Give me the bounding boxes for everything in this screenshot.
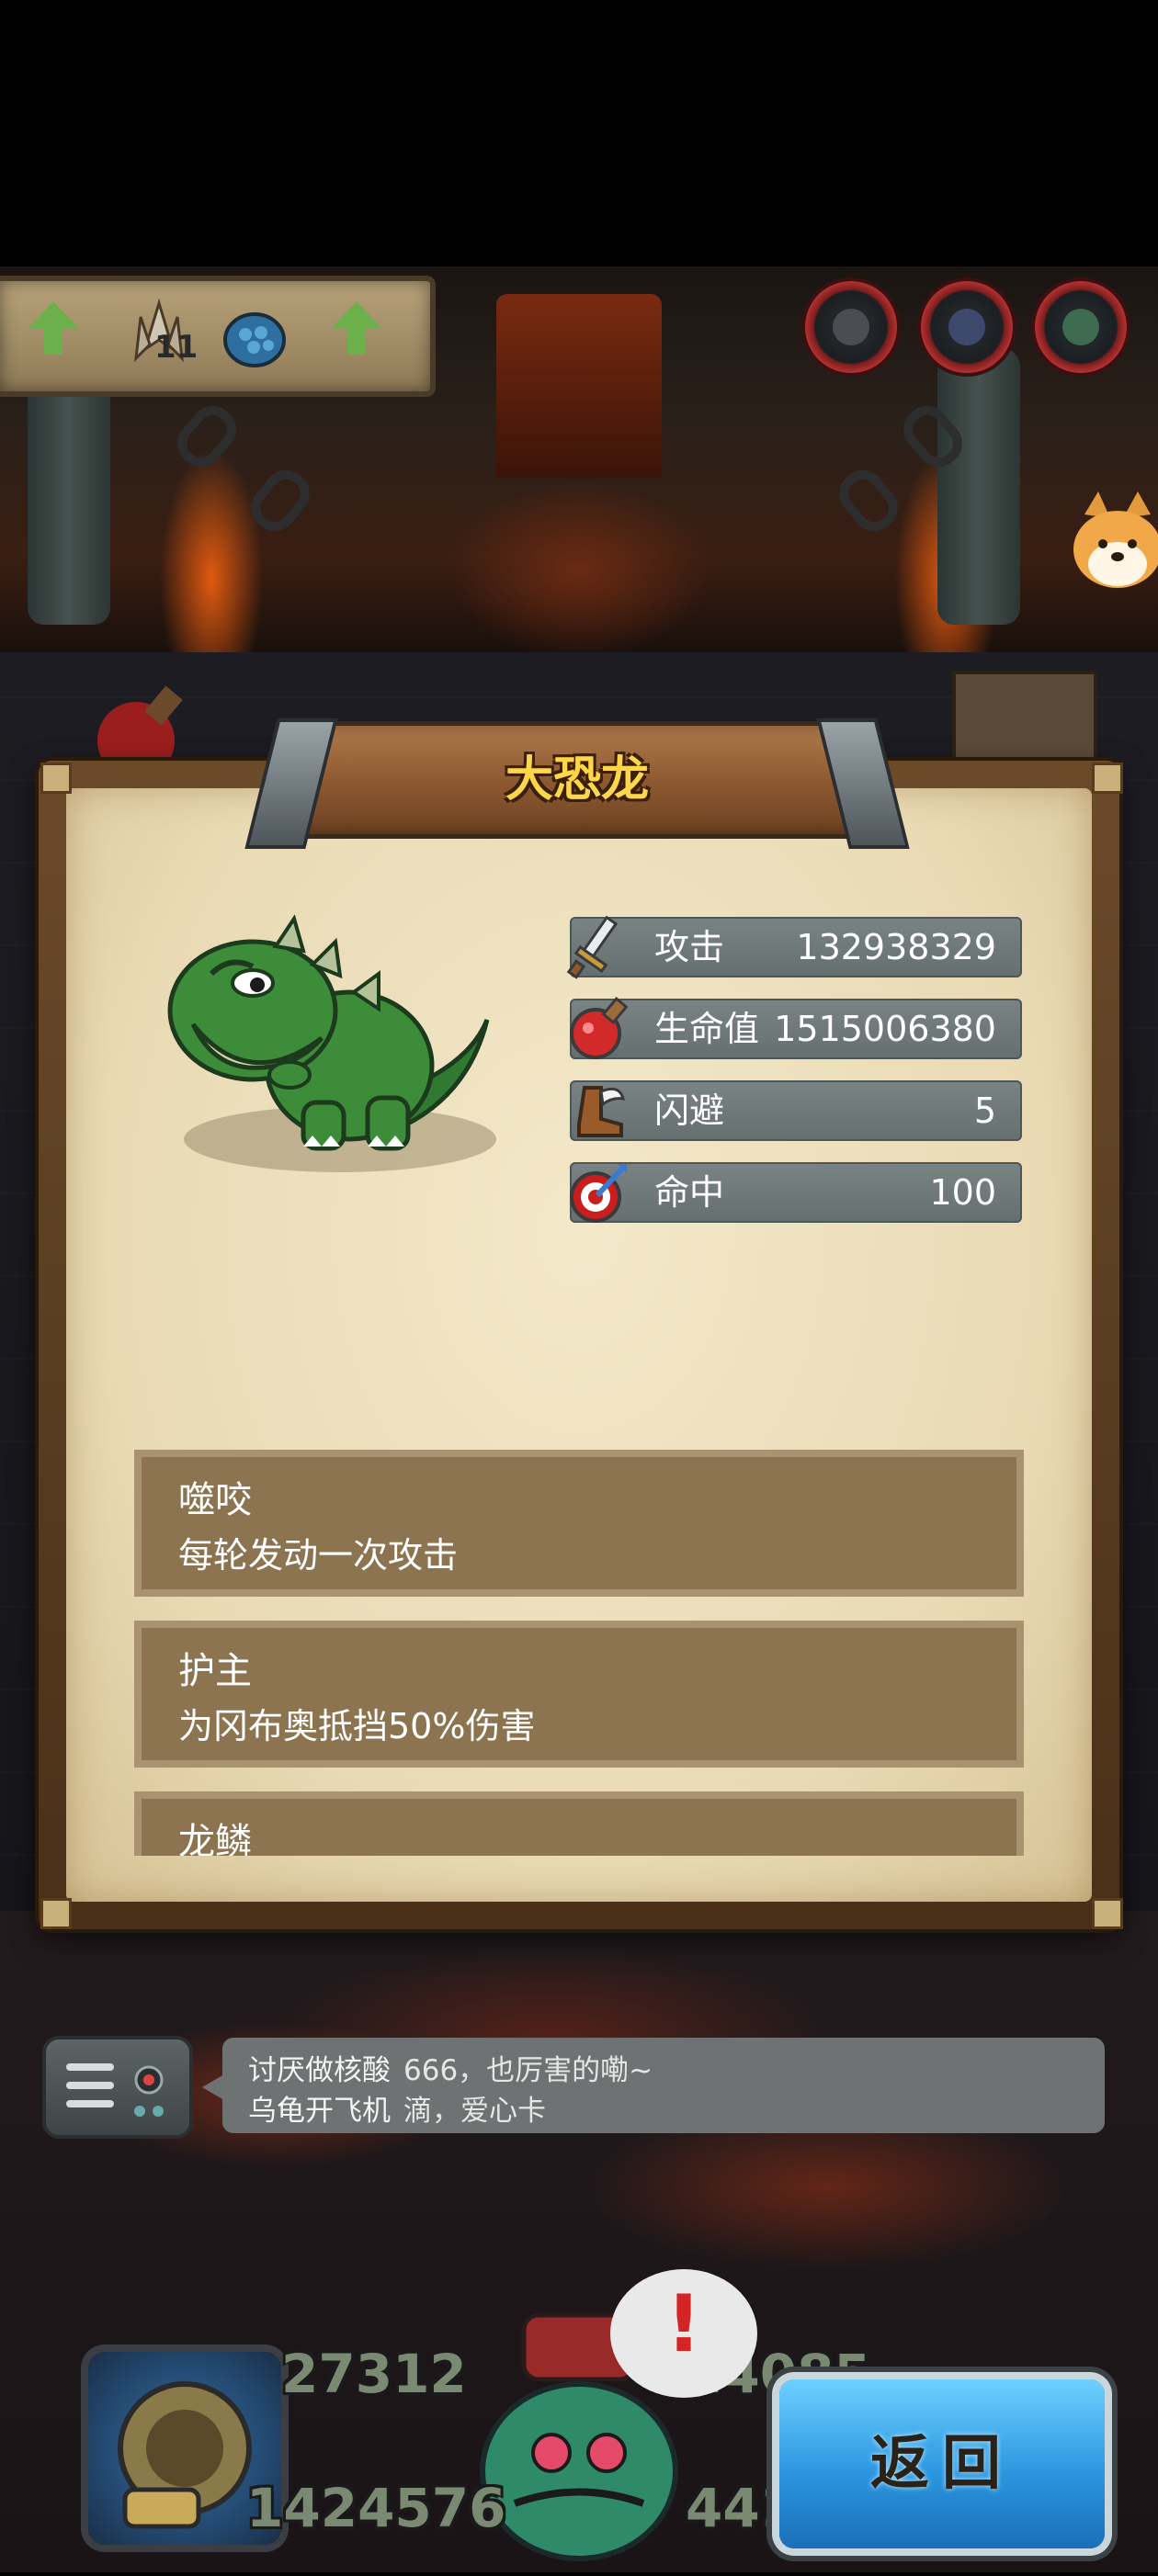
dinosaur-portrait (165, 910, 496, 1185)
alert-exclamation-icon: ! (665, 2278, 702, 2370)
panel-corner-bl (40, 1898, 72, 1929)
chat-message: 滴，爱心卡 (403, 2095, 546, 2128)
skill-card-guard[interactable]: 护主 为冈布奥抵挡50%伤害 (134, 1621, 1024, 1768)
alert-bubble[interactable]: ! (610, 2269, 757, 2398)
back-button[interactable]: 返回 (779, 2379, 1105, 2548)
chat-message: 666，也厉害的嘞~ (403, 2054, 653, 2087)
stat-value-dodge: 5 (973, 1090, 996, 1131)
chat-bubble-tail (202, 2074, 224, 2100)
panel-corner-tr (1092, 763, 1123, 794)
skill-card-dragon-scale[interactable]: 龙鳞 (134, 1791, 1024, 1856)
skill-slot-button-1[interactable] (805, 281, 897, 373)
chat-box[interactable]: 讨厌做核酸 666，也厉害的嘞~ 乌龟开飞机 滴，爱心卡 (222, 2038, 1105, 2133)
skill-name: 护主 (178, 1650, 252, 1692)
stat-label-hp: 生命值 (654, 1009, 760, 1049)
stat-row-hp: 生命值 1515006380 (570, 996, 1022, 1059)
skill-card-bite[interactable]: 噬咬 每轮发动一次攻击 (134, 1450, 1024, 1597)
target-icon (566, 1160, 630, 1225)
chat-line: 乌龟开飞机 滴，爱心卡 (248, 2087, 546, 2129)
skill-name: 噬咬 (178, 1479, 252, 1521)
skill-list-clip: 龙鳞 (134, 1791, 1024, 1856)
title-plank: 大恐龙 (244, 718, 910, 849)
stat-row-attack: 攻击 132938329 (566, 915, 1022, 979)
stat-value-hp: 1515006380 (774, 1009, 996, 1049)
skill-desc: 为冈布奥抵挡50%伤害 (178, 1706, 536, 1746)
chat-user: 讨厌做核酸 (248, 2054, 391, 2087)
arrow-up-icon-right (331, 301, 382, 329)
skill-name: 龙鳞 (178, 1821, 252, 1856)
stat-bar-count: 11 (154, 329, 199, 366)
hud-hp-value: 1424576 (246, 2477, 506, 2539)
potion-icon (566, 996, 630, 1061)
chain-right-2 (830, 461, 907, 540)
arrow-up-stem-left (44, 329, 62, 355)
stat-row-dodge: 闪避 5 (570, 1080, 1022, 1141)
lava-gate (496, 294, 662, 478)
winged-boot-icon (566, 1079, 630, 1143)
skill-desc: 每轮发动一次攻击 (178, 1535, 459, 1576)
stat-label-dodge: 闪避 (654, 1090, 725, 1131)
pet-name-title: 大恐龙 (505, 752, 649, 808)
stone-pillar-right (937, 349, 1020, 625)
chain-left (168, 397, 245, 476)
sword-icon (566, 915, 630, 979)
scale-shell-icon (213, 294, 296, 377)
panel-corner-tl (40, 763, 72, 794)
stat-value-attack: 132938329 (796, 927, 996, 967)
shiba-dog-icon[interactable] (1066, 487, 1158, 616)
stat-label-attack: 攻击 (654, 927, 725, 967)
upgrade-stat-bar[interactable]: 11 (0, 276, 436, 397)
stat-value-hit: 100 (929, 1172, 996, 1213)
chat-line: 讨厌做核酸 666，也厉害的嘞~ (248, 2047, 653, 2088)
hud-attack-value: 27312 (281, 2343, 467, 2405)
skill-slot-button-3[interactable] (1035, 281, 1127, 373)
arrow-up-icon-left (28, 301, 79, 329)
back-button-label: 返回 (870, 2430, 1014, 2498)
stat-row-hit: 命中 100 (570, 1162, 1022, 1223)
skill-slot-button-2[interactable] (921, 281, 1013, 373)
arrow-up-stem-right (347, 329, 366, 355)
chat-toggle-button[interactable] (42, 2036, 193, 2139)
panel-corner-br (1092, 1898, 1123, 1929)
stat-label-hit: 命中 (654, 1172, 725, 1213)
chat-robot-icon (66, 2063, 164, 2117)
chat-user: 乌龟开飞机 (248, 2095, 391, 2128)
chain-left-2 (242, 461, 319, 540)
